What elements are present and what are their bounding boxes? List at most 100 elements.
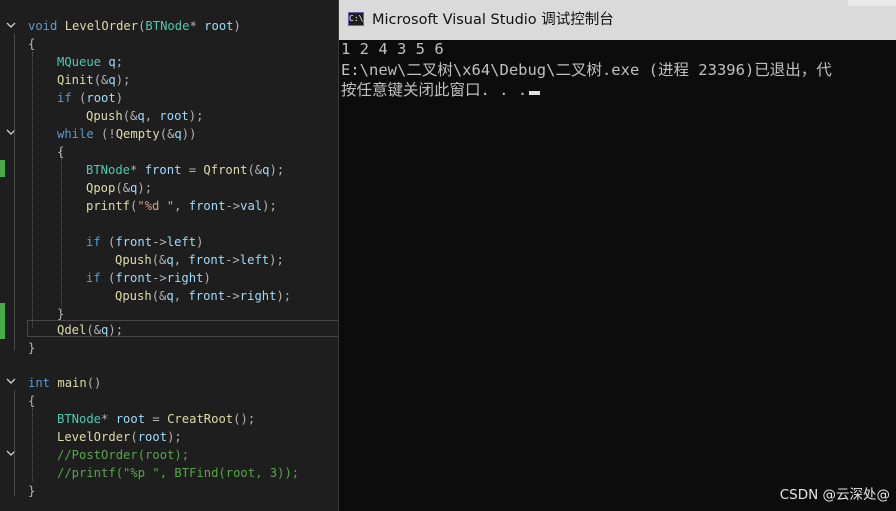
code-token: right bbox=[239, 289, 277, 303]
code-token: Qinit bbox=[57, 73, 94, 87]
code-token: , bbox=[173, 253, 189, 267]
code-line[interactable]: int main() bbox=[28, 374, 101, 392]
code-token: ( bbox=[100, 271, 116, 285]
code-token: MQueue bbox=[57, 55, 102, 69]
code-token: front bbox=[188, 199, 226, 213]
change-marker bbox=[0, 303, 5, 339]
code-token: front bbox=[115, 235, 153, 249]
code-token: Qpush bbox=[86, 109, 123, 123]
code-token: { bbox=[57, 145, 65, 159]
fold-guide bbox=[14, 390, 15, 496]
code-token: * bbox=[130, 163, 145, 177]
code-line[interactable]: { bbox=[28, 35, 35, 53]
code-token: if bbox=[86, 271, 101, 285]
console-titlebar[interactable]: C:\ Microsoft Visual Studio 调试控制台 bbox=[339, 0, 896, 40]
collapse-main-icon[interactable] bbox=[6, 376, 16, 386]
code-line[interactable]: } bbox=[28, 482, 35, 500]
code-token: Qpop bbox=[86, 181, 116, 195]
code-token: } bbox=[28, 484, 36, 498]
code-token: right bbox=[166, 271, 204, 285]
code-token: , bbox=[173, 289, 189, 303]
code-token: left bbox=[166, 235, 197, 249]
code-token: ; bbox=[115, 55, 124, 69]
code-line[interactable]: if (front->right) bbox=[86, 269, 211, 287]
code-token: //PostOrder(root); bbox=[57, 448, 190, 462]
code-line[interactable]: printf("%d ", front->val); bbox=[86, 197, 277, 215]
code-line[interactable]: BTNode* front = Qfront(&q); bbox=[86, 161, 284, 179]
code-token: q bbox=[174, 127, 182, 141]
code-token: ); bbox=[188, 109, 204, 123]
code-line[interactable]: while (!Qempty(&q)) bbox=[57, 125, 196, 143]
console-output-line: 1 2 4 3 5 6 bbox=[341, 40, 444, 58]
code-token: (& bbox=[115, 181, 131, 195]
code-token: ); bbox=[167, 430, 182, 444]
code-token: ( bbox=[71, 91, 87, 105]
code-line[interactable]: BTNode* root = CreatRoot(); bbox=[57, 410, 255, 428]
code-line[interactable]: //PostOrder(root); bbox=[57, 446, 189, 464]
text-cursor bbox=[529, 91, 541, 95]
code-token: Qdel bbox=[57, 323, 87, 337]
code-token: front bbox=[188, 289, 226, 303]
code-token: root bbox=[115, 412, 146, 426]
code-token: ) bbox=[196, 235, 204, 249]
code-line[interactable]: Qpop(&q); bbox=[86, 179, 152, 197]
code-line[interactable]: MQueue q; bbox=[57, 53, 123, 71]
code-line[interactable]: Qdel(&q); bbox=[57, 321, 123, 339]
code-token: = bbox=[181, 163, 204, 177]
code-token: val bbox=[240, 199, 263, 213]
code-token: front bbox=[188, 253, 226, 267]
code-token: = bbox=[145, 412, 168, 426]
code-token: * bbox=[101, 412, 116, 426]
collapse-levelorder-icon[interactable] bbox=[6, 20, 16, 30]
code-line[interactable]: { bbox=[28, 392, 35, 410]
code-line[interactable]: } bbox=[28, 339, 35, 357]
code-token: root bbox=[137, 430, 168, 444]
console-output-line: E:\new\二叉树\x64\Debug\二叉树.exe (进程 23396)已… bbox=[341, 61, 832, 79]
code-token: printf bbox=[86, 199, 131, 213]
code-line[interactable]: Qinit(&q); bbox=[57, 71, 130, 89]
code-line[interactable]: void LevelOrder(BTNode* root) bbox=[28, 17, 241, 35]
code-token: -> bbox=[225, 289, 240, 303]
code-line[interactable]: { bbox=[57, 143, 64, 161]
code-line[interactable]: //printf("%p ", BTFind(root, 3)); bbox=[57, 464, 299, 482]
code-token: * bbox=[189, 19, 205, 33]
indent-guide bbox=[32, 408, 33, 482]
code-token: if bbox=[86, 235, 101, 249]
code-token: BTNode bbox=[57, 412, 102, 426]
code-token: Qpush bbox=[115, 253, 152, 267]
code-editor-pane[interactable]: void LevelOrder(BTNode* root){MQueue q; Q… bbox=[0, 0, 338, 511]
code-line[interactable]: Qpush(&q, root); bbox=[86, 107, 203, 125]
code-token: q bbox=[108, 73, 116, 87]
code-line[interactable]: if (front->left) bbox=[86, 233, 203, 251]
code-token: ); bbox=[269, 163, 285, 177]
code-token: (& bbox=[159, 127, 175, 141]
code-token: -> bbox=[225, 253, 240, 267]
code-token: Qpush bbox=[115, 289, 152, 303]
code-token: } bbox=[28, 341, 36, 355]
code-token: int bbox=[28, 376, 51, 390]
code-token: ( bbox=[100, 235, 116, 249]
code-token: ) bbox=[233, 19, 241, 33]
code-token: root bbox=[204, 19, 234, 33]
debug-console-window[interactable]: C:\ Microsoft Visual Studio 调试控制台 1 2 4 … bbox=[338, 0, 896, 511]
code-token: q bbox=[137, 109, 145, 123]
change-marker bbox=[0, 160, 5, 177]
console-title: Microsoft Visual Studio 调试控制台 bbox=[372, 12, 614, 28]
code-token: ( bbox=[130, 430, 138, 444]
code-line[interactable]: Qpush(&q, front->right); bbox=[115, 287, 291, 305]
code-token: } bbox=[57, 307, 65, 321]
code-token: ); bbox=[276, 289, 292, 303]
code-token: { bbox=[28, 37, 36, 51]
code-line[interactable]: if (root) bbox=[57, 89, 123, 107]
code-token: ) bbox=[115, 91, 124, 105]
code-token: CreatRoot bbox=[167, 412, 234, 426]
code-token: void bbox=[28, 19, 58, 33]
code-token: root bbox=[159, 109, 189, 123]
code-token: q bbox=[108, 55, 116, 69]
code-token: BTNode bbox=[145, 19, 190, 33]
code-token: -> bbox=[152, 271, 167, 285]
code-token: LevelOrder bbox=[57, 430, 131, 444]
code-line[interactable]: Qpush(&q, front->left); bbox=[115, 251, 284, 269]
code-line[interactable]: LevelOrder(root); bbox=[57, 428, 182, 446]
